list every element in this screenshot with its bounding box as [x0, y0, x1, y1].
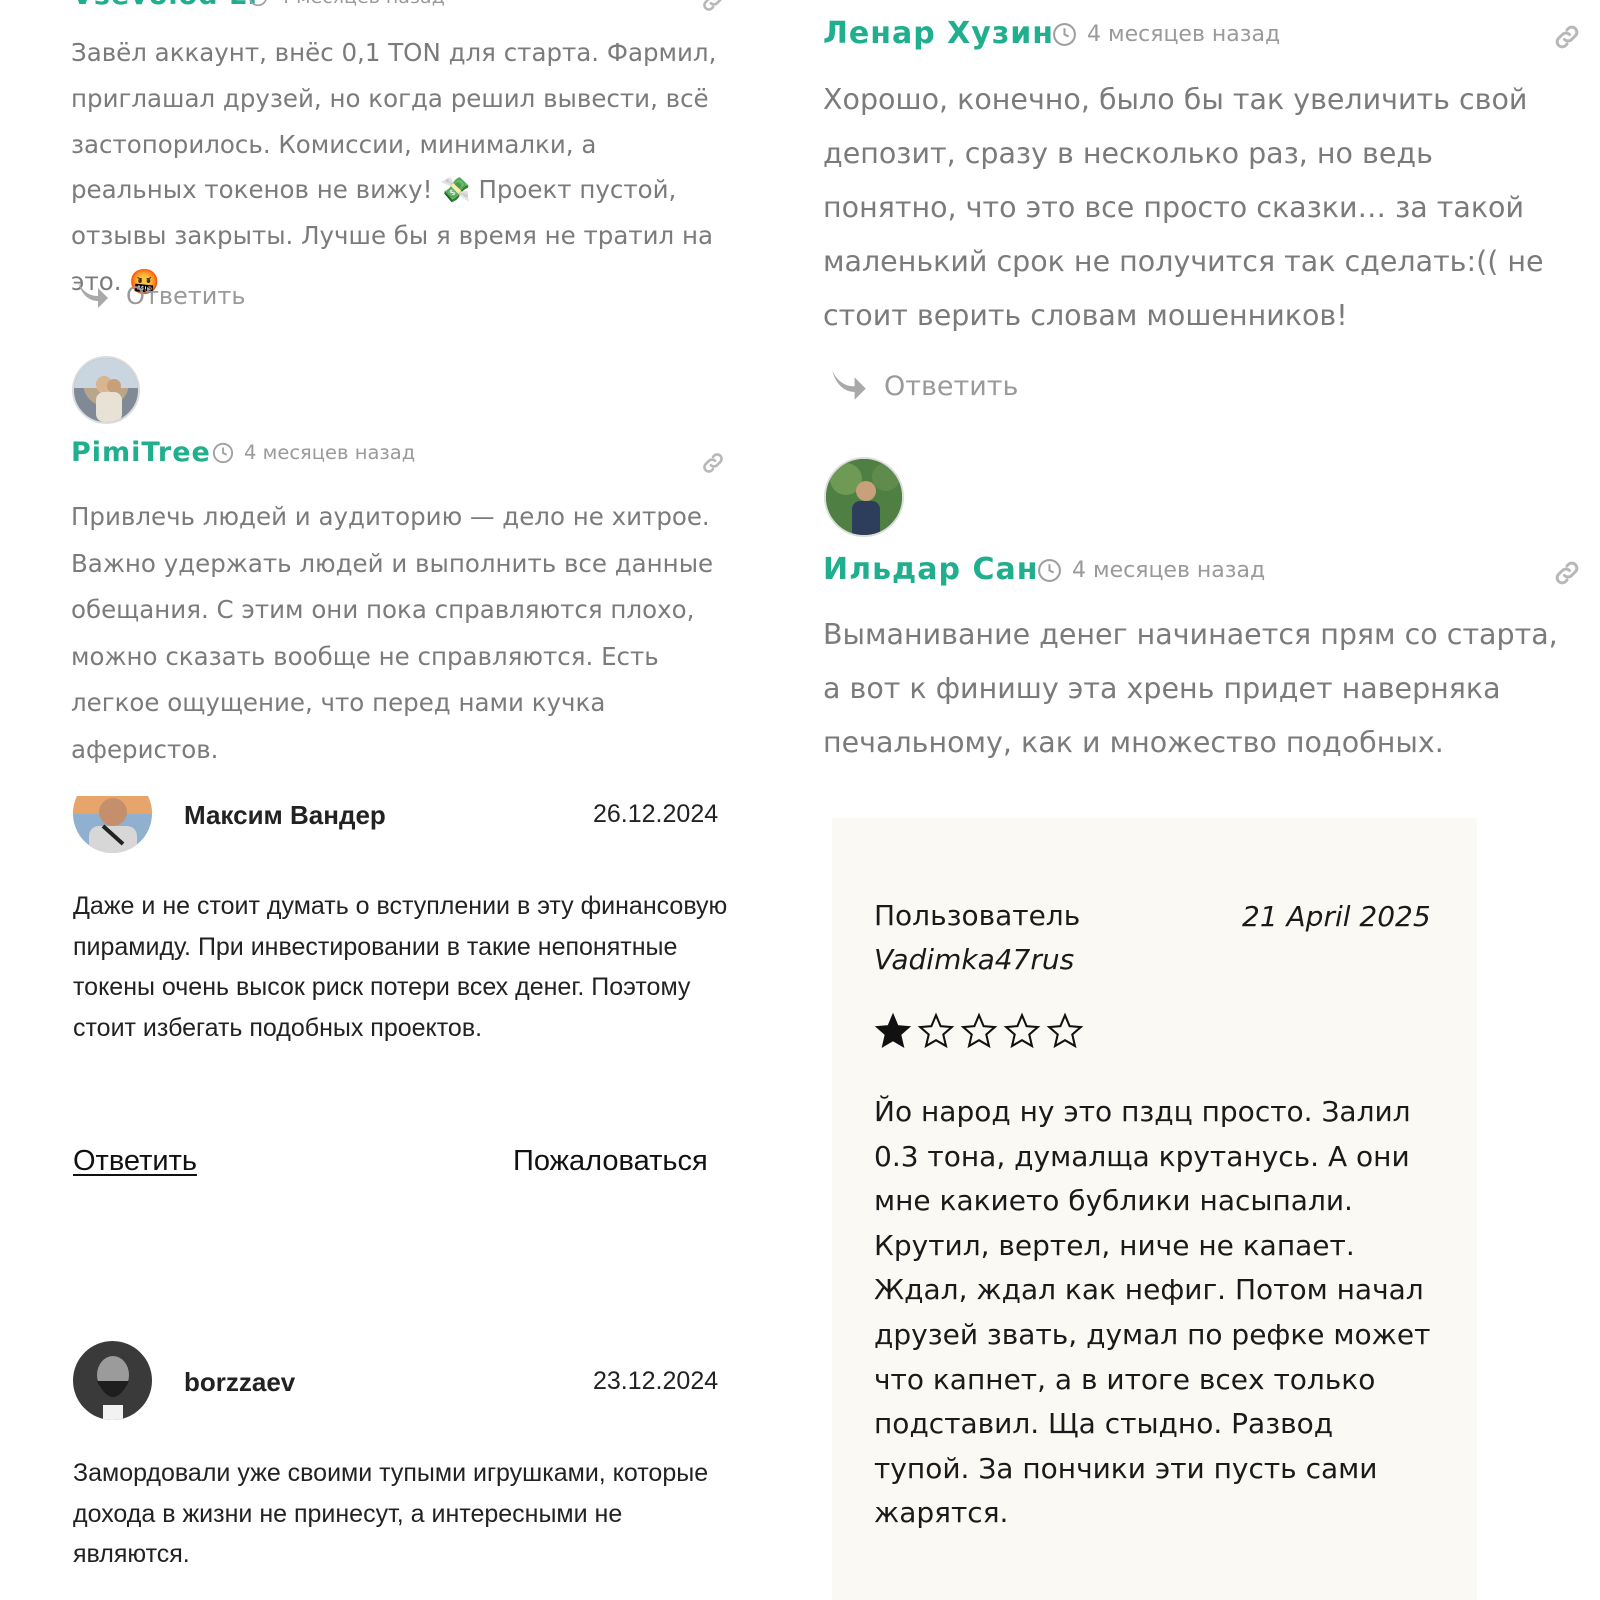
- comment-author[interactable]: Vsevolod L.: [72, 0, 258, 11]
- reply-arrow-icon: [76, 278, 110, 314]
- review-date: 21 April 2025: [1242, 900, 1431, 933]
- reply-label: Ответить: [126, 282, 246, 310]
- comment-text: Хорошо, конечно, было бы так увеличить с…: [823, 83, 1544, 332]
- reply-link[interactable]: Ответить: [73, 1145, 197, 1178]
- report-link[interactable]: Пожаловаться: [513, 1145, 708, 1178]
- review-date: 26.12.2024: [593, 800, 719, 828]
- comment-author[interactable]: Ильдар Сан: [823, 552, 1038, 587]
- star-empty-icon: [1003, 1012, 1041, 1054]
- clock-icon: [1037, 558, 1062, 583]
- permalink-icon[interactable]: [700, 0, 726, 18]
- review-text: Замордовали уже своими тупыми игрушками,…: [73, 1459, 709, 1569]
- review-text: Даже и не стоит думать о вступлении в эт…: [73, 892, 728, 1042]
- avatar[interactable]: [72, 356, 140, 424]
- permalink-icon[interactable]: [1552, 558, 1582, 592]
- comment-meta: 4 месяцев назад: [212, 441, 415, 464]
- reply-button[interactable]: Ответить: [830, 366, 1018, 407]
- clock-icon: [1052, 22, 1077, 47]
- star-empty-icon: [917, 1012, 955, 1054]
- comment-meta: 4 месяцев назад: [248, 0, 445, 8]
- review-user-label: Пользователь: [874, 899, 1081, 932]
- review-user[interactable]: Пользователь Vadimka47rus: [874, 894, 1080, 982]
- review-text: Йо народ ну это пздц просто. Залил 0.3 т…: [874, 1095, 1431, 1530]
- comment-time: 4 месяцев назад: [278, 0, 445, 8]
- avatar[interactable]: [824, 457, 904, 537]
- permalink-icon[interactable]: [700, 450, 726, 480]
- comment-meta: 4 месяцев назад: [1037, 558, 1265, 583]
- review-date: 23.12.2024: [593, 1367, 719, 1395]
- comment-text: Выманивание денег начинается прям со ста…: [823, 618, 1558, 759]
- comment-meta: 4 месяцев назад: [1052, 22, 1280, 47]
- review-card: Пользователь Vadimka47rus 21 April 2025 …: [832, 818, 1477, 1600]
- review-author[interactable]: Максим Вандер: [184, 800, 386, 831]
- comment-time: 4 месяцев назад: [1072, 558, 1266, 583]
- comment-time: 4 месяцев назад: [1087, 22, 1281, 47]
- star-empty-icon: [1046, 1012, 1084, 1054]
- review-author[interactable]: borzzaev: [184, 1367, 295, 1398]
- permalink-icon[interactable]: [1552, 22, 1582, 56]
- comment-text: Привлечь людей и аудиторию — дело не хит…: [71, 502, 714, 764]
- avatar[interactable]: [73, 1341, 152, 1420]
- clock-icon: [248, 0, 268, 7]
- comment-time: 4 месяцев назад: [244, 441, 416, 464]
- star-empty-icon: [960, 1012, 998, 1054]
- star-rating: [874, 1012, 1084, 1054]
- reply-button[interactable]: Ответить: [76, 278, 245, 314]
- comment-author[interactable]: Ленар Хузин: [823, 16, 1054, 51]
- review-username[interactable]: Vadimka47rus: [874, 938, 1080, 982]
- comment-text: Завёл аккаунт, внёс 0,1 TON для старта. …: [71, 38, 717, 296]
- reply-arrow-icon: [830, 366, 868, 407]
- avatar[interactable]: [73, 796, 152, 853]
- comment-author[interactable]: PimiTree: [71, 437, 211, 468]
- clock-icon: [212, 442, 234, 464]
- reply-label: Ответить: [884, 371, 1019, 402]
- star-filled-icon: [874, 1012, 912, 1054]
